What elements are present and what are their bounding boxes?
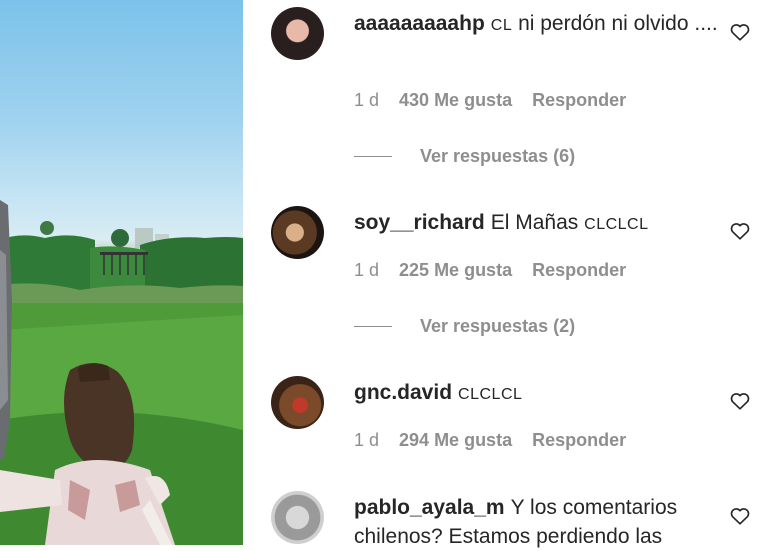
comments-list: aaaaaaaaahp CL ni perdón ni olvido .... 1… bbox=[243, 0, 761, 548]
post-photo bbox=[0, 0, 243, 545]
heart-icon[interactable] bbox=[729, 220, 751, 242]
replies-divider bbox=[354, 156, 392, 157]
avatar[interactable] bbox=[271, 7, 324, 60]
comment-text: ni perdón ni olvido .... bbox=[518, 12, 718, 35]
heart-icon[interactable] bbox=[729, 390, 751, 412]
view-replies-button[interactable]: Ver respuestas (2) bbox=[354, 316, 575, 337]
comment-likes[interactable]: 294 Me gusta bbox=[399, 430, 512, 451]
comment-likes[interactable]: 430 Me gusta bbox=[399, 90, 512, 111]
reply-button[interactable]: Responder bbox=[532, 260, 626, 281]
comment-text-block: pablo_ayala_m Y los comentarios chilenos?… bbox=[354, 493, 724, 551]
comment-meta: 1 d 294 Me gusta Responder bbox=[354, 430, 626, 451]
comment-tag: CLCLCL bbox=[458, 386, 523, 403]
comment-text-block: aaaaaaaaahp CL ni perdón ni olvido .... bbox=[354, 9, 724, 40]
avatar[interactable] bbox=[271, 376, 324, 429]
reply-button[interactable]: Responder bbox=[532, 430, 626, 451]
comment-text-block: gnc.david CLCLCL bbox=[354, 378, 724, 409]
comment-username[interactable]: aaaaaaaaahp bbox=[354, 12, 485, 35]
comment-username[interactable]: soy__richard bbox=[354, 211, 485, 234]
view-replies-label: Ver respuestas (6) bbox=[420, 146, 576, 166]
post-photo-scene bbox=[0, 200, 243, 545]
comment-tag: CLCLCL bbox=[584, 216, 649, 233]
heart-icon[interactable] bbox=[729, 505, 751, 527]
reply-button[interactable]: Responder bbox=[532, 90, 626, 111]
view-replies-button[interactable]: Ver respuestas (6) bbox=[354, 146, 575, 167]
comment-meta: 1 d 430 Me gusta Responder bbox=[354, 90, 626, 111]
replies-divider bbox=[354, 326, 392, 327]
comment-username[interactable]: gnc.david bbox=[354, 381, 452, 404]
view-replies-label: Ver respuestas (2) bbox=[420, 316, 576, 336]
comment-text-block: soy__richard El Mañas CLCLCL bbox=[354, 208, 724, 239]
comment-text: El Mañas bbox=[490, 211, 579, 234]
avatar[interactable] bbox=[271, 206, 324, 259]
heart-icon[interactable] bbox=[729, 21, 751, 43]
comment-time[interactable]: 1 d bbox=[354, 90, 379, 111]
comment-time[interactable]: 1 d bbox=[354, 430, 379, 451]
avatar[interactable] bbox=[271, 491, 324, 544]
comment-tag: CL bbox=[490, 17, 513, 34]
comment-likes[interactable]: 225 Me gusta bbox=[399, 260, 512, 281]
comment-time[interactable]: 1 d bbox=[354, 260, 379, 281]
comment-username[interactable]: pablo_ayala_m bbox=[354, 496, 505, 519]
comment-meta: 1 d 225 Me gusta Responder bbox=[354, 260, 626, 281]
